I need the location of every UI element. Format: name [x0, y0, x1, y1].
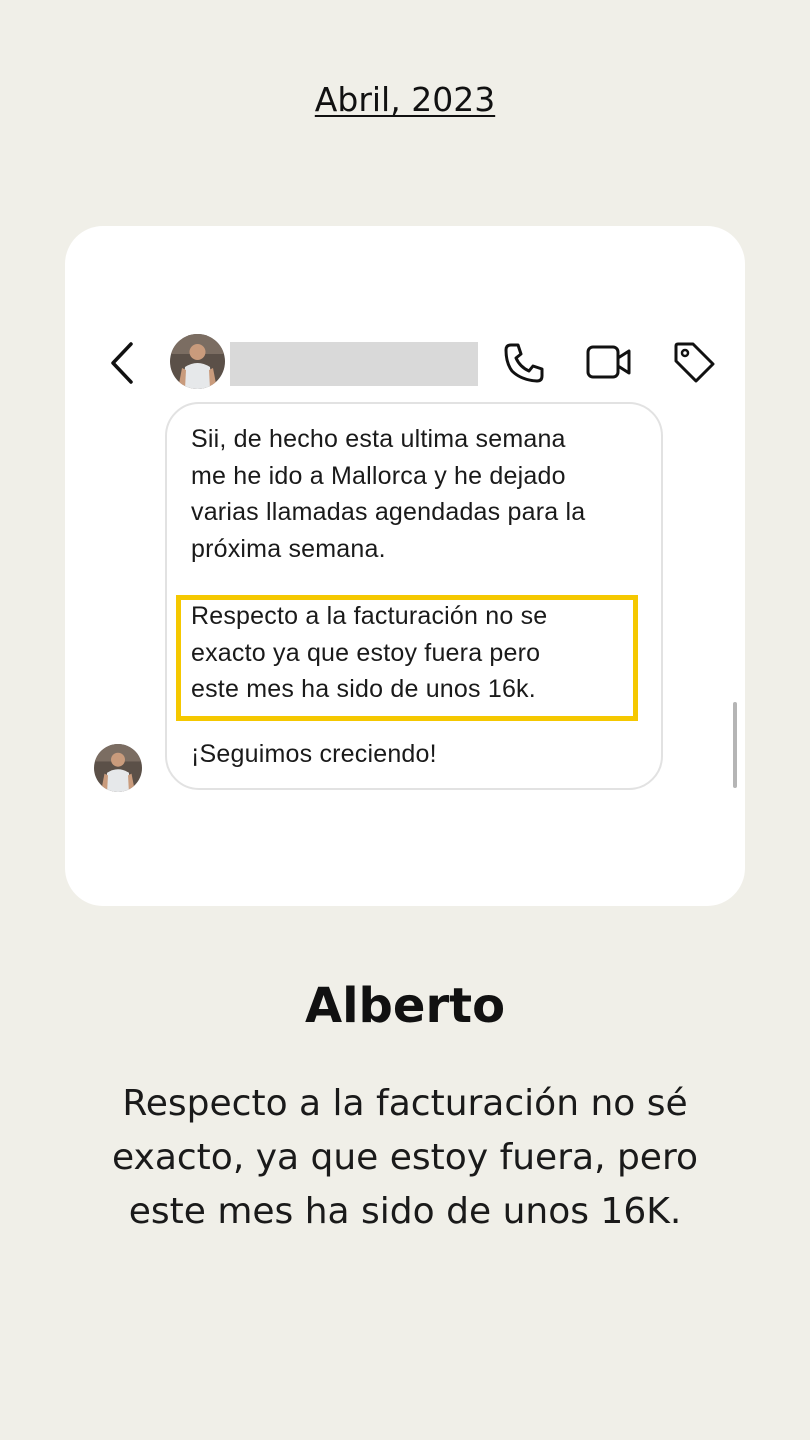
testimonial-name: Alberto	[304, 978, 506, 1034]
date-link[interactable]: Abril, 2023	[0, 80, 810, 119]
phone-icon[interactable]	[501, 340, 547, 386]
chat-screenshot-card: Sii, de hecho esta ultima semana me he i…	[65, 226, 745, 906]
chevron-left-icon[interactable]	[105, 338, 139, 388]
avatar[interactable]	[170, 334, 225, 389]
contact-name-redacted	[230, 342, 478, 386]
sender-avatar	[94, 744, 142, 792]
highlight-box	[176, 595, 638, 721]
tag-icon[interactable]	[671, 339, 717, 385]
message-text: ¡Seguimos creciendo!	[191, 740, 437, 768]
scrollbar[interactable]	[733, 702, 737, 788]
video-camera-icon[interactable]	[585, 342, 633, 382]
person-photo-icon	[94, 744, 142, 792]
message-text: Sii, de hecho esta ultima semana me he i…	[191, 425, 586, 563]
person-photo-icon	[170, 334, 225, 389]
testimonial-quote: Respecto a la facturación no sé exacto, …	[112, 1083, 698, 1232]
